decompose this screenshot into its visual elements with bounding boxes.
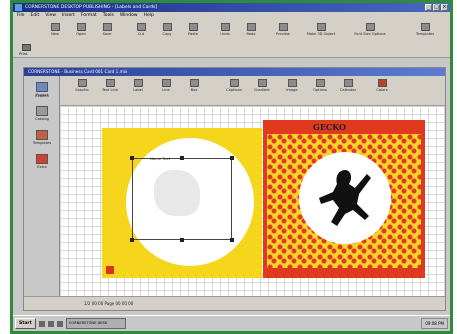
project-icon <box>36 82 48 92</box>
image-button[interactable]: Image <box>280 78 304 98</box>
box-button[interactable]: Box <box>182 78 206 98</box>
menu-edit[interactable]: Edit <box>31 12 40 20</box>
save-button[interactable]: Save <box>95 22 119 42</box>
taskbar: Start CORNERSTONE DESK 09:08 PM <box>13 315 450 331</box>
app-title: CORNERSTONE DESKTOP PUBLISHING - [Labels… <box>25 5 158 10</box>
calendar-icon <box>343 79 353 87</box>
redo-button[interactable]: Redo <box>239 22 263 42</box>
menu-insert[interactable]: Insert <box>62 12 75 20</box>
make-3d-button[interactable]: Make 3D Object <box>303 22 339 42</box>
resize-handle[interactable] <box>230 156 234 160</box>
paste-button[interactable]: Paste <box>181 22 205 42</box>
document-titlebar: CORNERSTONE - Business Card 001 Card 1.m… <box>24 68 445 76</box>
app-window: CORNERSTONE DESKTOP PUBLISHING - [Labels… <box>10 0 453 334</box>
3d-object-icon <box>316 23 326 31</box>
card-right[interactable]: GECKO <box>263 120 425 278</box>
menu-bar: File Edit View Insert Format Tools Windo… <box>13 12 450 20</box>
templates-icon <box>420 23 430 31</box>
design-canvas[interactable]: Name Text GECKO <box>60 106 445 296</box>
gradient-button[interactable]: Gradient <box>250 78 274 98</box>
captions-icon <box>229 79 239 87</box>
menu-help[interactable]: Help <box>144 12 154 20</box>
font-size-icon <box>365 23 375 31</box>
clock: 09:08 PM <box>421 318 448 329</box>
calendar-button[interactable]: Calendar <box>336 78 360 98</box>
label-button[interactable]: Label <box>126 78 150 98</box>
card-left[interactable]: Name Text <box>102 128 262 278</box>
gecko-icon <box>319 170 371 226</box>
save-icon <box>102 23 112 31</box>
open-icon <box>76 23 86 31</box>
undo-button[interactable]: Undo <box>213 22 237 42</box>
start-button[interactable]: Start <box>15 318 36 329</box>
graphic-button[interactable]: Graphic <box>70 78 94 98</box>
gradient-icon <box>257 79 267 87</box>
cut-button[interactable]: Cut <box>129 22 153 42</box>
templates-button[interactable]: Templates <box>413 22 437 42</box>
menu-format[interactable]: Format <box>81 12 97 20</box>
color-marker <box>106 266 114 274</box>
colors-button[interactable]: Colors <box>370 78 394 98</box>
text-line-button[interactable]: Text Line <box>98 78 122 98</box>
quicklaunch-icon[interactable] <box>47 320 54 327</box>
copy-button[interactable]: Copy <box>155 22 179 42</box>
document-title: CORNERSTONE - Business Card 001 Card 1.m… <box>28 69 128 74</box>
text-line-icon <box>105 79 115 87</box>
font-size-options-button[interactable]: Font Size Options <box>353 22 387 42</box>
preview-icon <box>278 23 288 31</box>
cut-icon <box>136 23 146 31</box>
undo-icon <box>220 23 230 31</box>
printer-icon <box>21 44 31 51</box>
new-button[interactable]: New <box>43 22 67 42</box>
quicklaunch-icon[interactable] <box>38 320 45 327</box>
box-icon <box>189 79 199 87</box>
menu-window[interactable]: Window <box>120 12 138 20</box>
card-left-label: Name Text <box>150 156 171 161</box>
copy-icon <box>162 23 172 31</box>
side-templates-button[interactable]: Templates <box>30 128 54 150</box>
expand-button[interactable]: Expand <box>32 94 52 114</box>
templates-icon <box>36 130 48 140</box>
resize-handle[interactable] <box>130 238 134 242</box>
left-strip <box>13 58 23 331</box>
resize-handle[interactable] <box>230 238 234 242</box>
document-window: CORNERSTONE - Business Card 001 Card 1.m… <box>23 67 446 311</box>
menu-file[interactable]: File <box>17 12 25 20</box>
new-icon <box>50 23 60 31</box>
line-button[interactable]: Line <box>154 78 178 98</box>
extra-icon <box>36 154 48 164</box>
side-extra-button[interactable]: Extra <box>30 152 54 174</box>
captions-button[interactable]: Captions <box>222 78 246 98</box>
document-toolbar: Graphic Text Line Label Line Box Caption… <box>35 76 445 106</box>
menu-tools[interactable]: Tools <box>103 12 114 20</box>
options-button[interactable]: Options <box>308 78 332 98</box>
resize-handle[interactable] <box>180 156 184 160</box>
preview-button[interactable]: Preview <box>271 22 295 42</box>
image-icon <box>287 79 297 87</box>
redo-icon <box>246 23 256 31</box>
line-icon <box>161 79 171 87</box>
status-bar: 1/2 00:00 Page 00 00 00 <box>24 296 445 310</box>
open-button[interactable]: Open <box>69 22 93 42</box>
maximize-button[interactable]: □ <box>433 4 440 11</box>
minimize-button[interactable]: _ <box>425 4 432 11</box>
colors-icon <box>377 79 387 87</box>
main-toolbar: New Open Save Cut Copy Paste Undo Redo P… <box>13 20 450 58</box>
card-right-title: GECKO <box>313 122 347 132</box>
app-titlebar: CORNERSTONE DESKTOP PUBLISHING - [Labels… <box>13 3 450 12</box>
selection-box[interactable] <box>132 158 232 240</box>
task-item[interactable]: CORNERSTONE DESK <box>65 318 126 329</box>
resize-handle[interactable] <box>180 238 184 242</box>
app-icon <box>15 4 22 11</box>
label-icon <box>133 79 143 87</box>
quicklaunch-icon[interactable] <box>56 320 63 327</box>
print-button[interactable]: Print <box>19 44 33 56</box>
options-icon <box>315 79 325 87</box>
menu-view[interactable]: View <box>45 12 56 20</box>
graphic-icon <box>77 79 87 87</box>
resize-handle[interactable] <box>130 156 134 160</box>
paste-icon <box>188 23 198 31</box>
status-text: 1/2 00:00 Page 00 00 00 <box>84 301 134 306</box>
close-button[interactable]: × <box>441 4 448 11</box>
